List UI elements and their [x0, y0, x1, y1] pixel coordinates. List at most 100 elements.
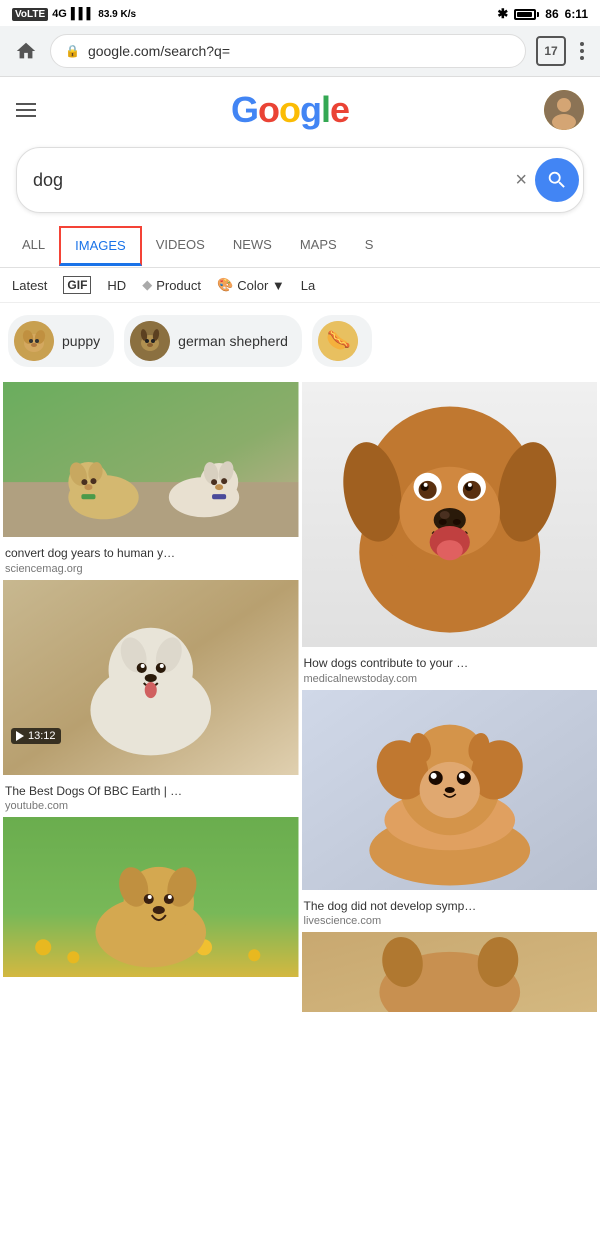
suggestions-row: puppy german shepherd 🌭: [0, 303, 600, 379]
signal-bars: ▌▌▌: [71, 8, 94, 20]
filter-la-label: La: [301, 278, 315, 293]
bbc-dogs-image: [3, 580, 299, 775]
google-header: Google: [0, 77, 600, 143]
image-title-pomeranian: The dog did not develop symp…: [304, 899, 596, 915]
image-caption-brown-dog: How dogs contribute to your … medicalnew…: [302, 652, 598, 687]
image-filters: Latest GIF HD ◆ Product 🎨 Color ▼ La: [0, 268, 600, 303]
search-tabs: ALL IMAGES VIDEOS NEWS MAPS S: [0, 225, 600, 268]
filter-latest-label: Latest: [12, 278, 47, 293]
time-display: 6:11: [565, 7, 588, 21]
tab-more[interactable]: S: [351, 225, 388, 267]
suggestion-puppy-thumb: [14, 321, 54, 361]
video-duration-text: 13:12: [28, 730, 56, 742]
image-caption-pomeranian: The dog did not develop symp… livescienc…: [302, 895, 598, 930]
tab-maps[interactable]: MAPS: [286, 225, 351, 267]
image-grid-right: How dogs contribute to your … medicalnew…: [302, 382, 598, 1017]
image-title-bbc: The Best Dogs Of BBC Earth | …: [5, 784, 297, 800]
filter-la[interactable]: La: [301, 278, 315, 293]
image-caption-bbc: The Best Dogs Of BBC Earth | … youtube.c…: [3, 780, 299, 815]
logo-letter-l: l: [321, 89, 330, 131]
image-item-bbc[interactable]: 13:12 The Best Dogs Of BBC Earth | … you…: [3, 580, 299, 815]
url-text: google.com/search?q=: [88, 43, 511, 59]
filter-hd-label: HD: [107, 278, 126, 293]
image-title-puppies: convert dog years to human y…: [5, 546, 297, 562]
menu-dot: [580, 56, 584, 60]
tab-counter-button[interactable]: 17: [536, 36, 566, 66]
tab-all[interactable]: ALL: [8, 225, 59, 267]
image-source-pomeranian: livescience.com: [304, 915, 596, 927]
video-duration-badge: 13:12: [11, 728, 61, 744]
tab-news[interactable]: NEWS: [219, 225, 286, 267]
image-item-pomeranian[interactable]: The dog did not develop symp… livescienc…: [302, 690, 598, 930]
suggestion-german-shepherd[interactable]: german shepherd: [124, 315, 302, 367]
puppies-image: [3, 382, 299, 537]
carrier-label: VoLTE: [12, 8, 48, 21]
logo-letter-e: e: [330, 89, 349, 131]
brown-dog-image: [302, 382, 598, 647]
hamburger-line: [16, 109, 36, 111]
search-bar-container: dog ×: [0, 143, 600, 225]
search-bar[interactable]: dog ×: [16, 147, 584, 213]
color-palette-icon: 🎨: [217, 277, 233, 293]
svg-text:🌭: 🌭: [326, 329, 351, 352]
suggestion-hotdog[interactable]: 🌭: [312, 315, 372, 367]
logo-letter-o1: o: [258, 89, 279, 131]
filter-product-label: Product: [156, 278, 201, 293]
tab-videos[interactable]: VIDEOS: [142, 225, 219, 267]
menu-dot: [580, 42, 584, 46]
status-left: VoLTE 4G ▌▌▌ 83.9 K/s: [12, 8, 136, 21]
image-title-brown-dog: How dogs contribute to your …: [304, 656, 596, 672]
hamburger-line: [16, 103, 36, 105]
image-item-puppies[interactable]: convert dog years to human y… sciencemag…: [3, 382, 299, 577]
browser-chrome: 🔒 google.com/search?q= 17: [0, 26, 600, 77]
partial-dog-image: [302, 932, 598, 1012]
image-grid: convert dog years to human y… sciencemag…: [0, 379, 600, 1020]
filter-gif-label: GIF: [63, 276, 91, 294]
pomeranian-image: [302, 690, 598, 890]
logo-letter-o2: o: [279, 89, 300, 131]
filter-product[interactable]: ◆ Product: [142, 277, 201, 293]
data-speed: 83.9 K/s: [98, 9, 136, 20]
logo-letter-g2: g: [300, 89, 321, 131]
filter-latest[interactable]: Latest: [12, 278, 47, 293]
filter-hd[interactable]: HD: [107, 278, 126, 293]
tab-images[interactable]: IMAGES: [59, 226, 142, 266]
address-bar[interactable]: 🔒 google.com/search?q=: [50, 34, 526, 68]
image-grid-left: convert dog years to human y… sciencemag…: [3, 382, 299, 1017]
image-source-brown-dog: medicalnewstoday.com: [304, 673, 596, 685]
suggestion-puppy-label: puppy: [62, 333, 100, 349]
suggestion-puppy[interactable]: puppy: [8, 315, 114, 367]
product-icon: ◆: [142, 277, 152, 293]
filter-gif[interactable]: GIF: [63, 276, 91, 294]
suggestion-shepherd-thumb: [130, 321, 170, 361]
clear-search-button[interactable]: ×: [515, 169, 527, 192]
hamburger-line: [16, 115, 36, 117]
golden-outdoor-image: [3, 817, 299, 977]
filter-color[interactable]: 🎨 Color ▼: [217, 277, 285, 293]
suggestion-hotdog-thumb: 🌭: [318, 321, 358, 361]
play-icon: [16, 731, 24, 741]
filter-color-label: Color ▼: [237, 278, 285, 293]
user-avatar[interactable]: [544, 90, 584, 130]
battery-level: 86: [545, 7, 558, 21]
search-query-text: dog: [33, 170, 507, 191]
home-button[interactable]: [12, 37, 40, 65]
image-item-brown-dog[interactable]: How dogs contribute to your … medicalnew…: [302, 382, 598, 687]
image-caption-puppies: convert dog years to human y… sciencemag…: [3, 542, 299, 577]
lock-icon: 🔒: [65, 44, 80, 58]
status-right: ✱ 86 6:11: [497, 6, 588, 22]
battery-icon: [514, 9, 539, 20]
search-icon: [546, 169, 568, 191]
google-logo: Google: [231, 89, 349, 131]
menu-dot: [580, 49, 584, 53]
suggestion-shepherd-label: german shepherd: [178, 333, 288, 349]
search-submit-button[interactable]: [535, 158, 579, 202]
image-item-golden-outdoor[interactable]: [3, 817, 299, 982]
logo-letter-g: G: [231, 89, 258, 131]
browser-menu-button[interactable]: [576, 38, 588, 64]
network-label: 4G: [52, 8, 67, 20]
bluetooth-icon: ✱: [497, 6, 508, 22]
hamburger-menu[interactable]: [16, 103, 36, 117]
status-bar: VoLTE 4G ▌▌▌ 83.9 K/s ✱ 86 6:11: [0, 0, 600, 26]
image-item-partial[interactable]: [302, 932, 598, 1017]
